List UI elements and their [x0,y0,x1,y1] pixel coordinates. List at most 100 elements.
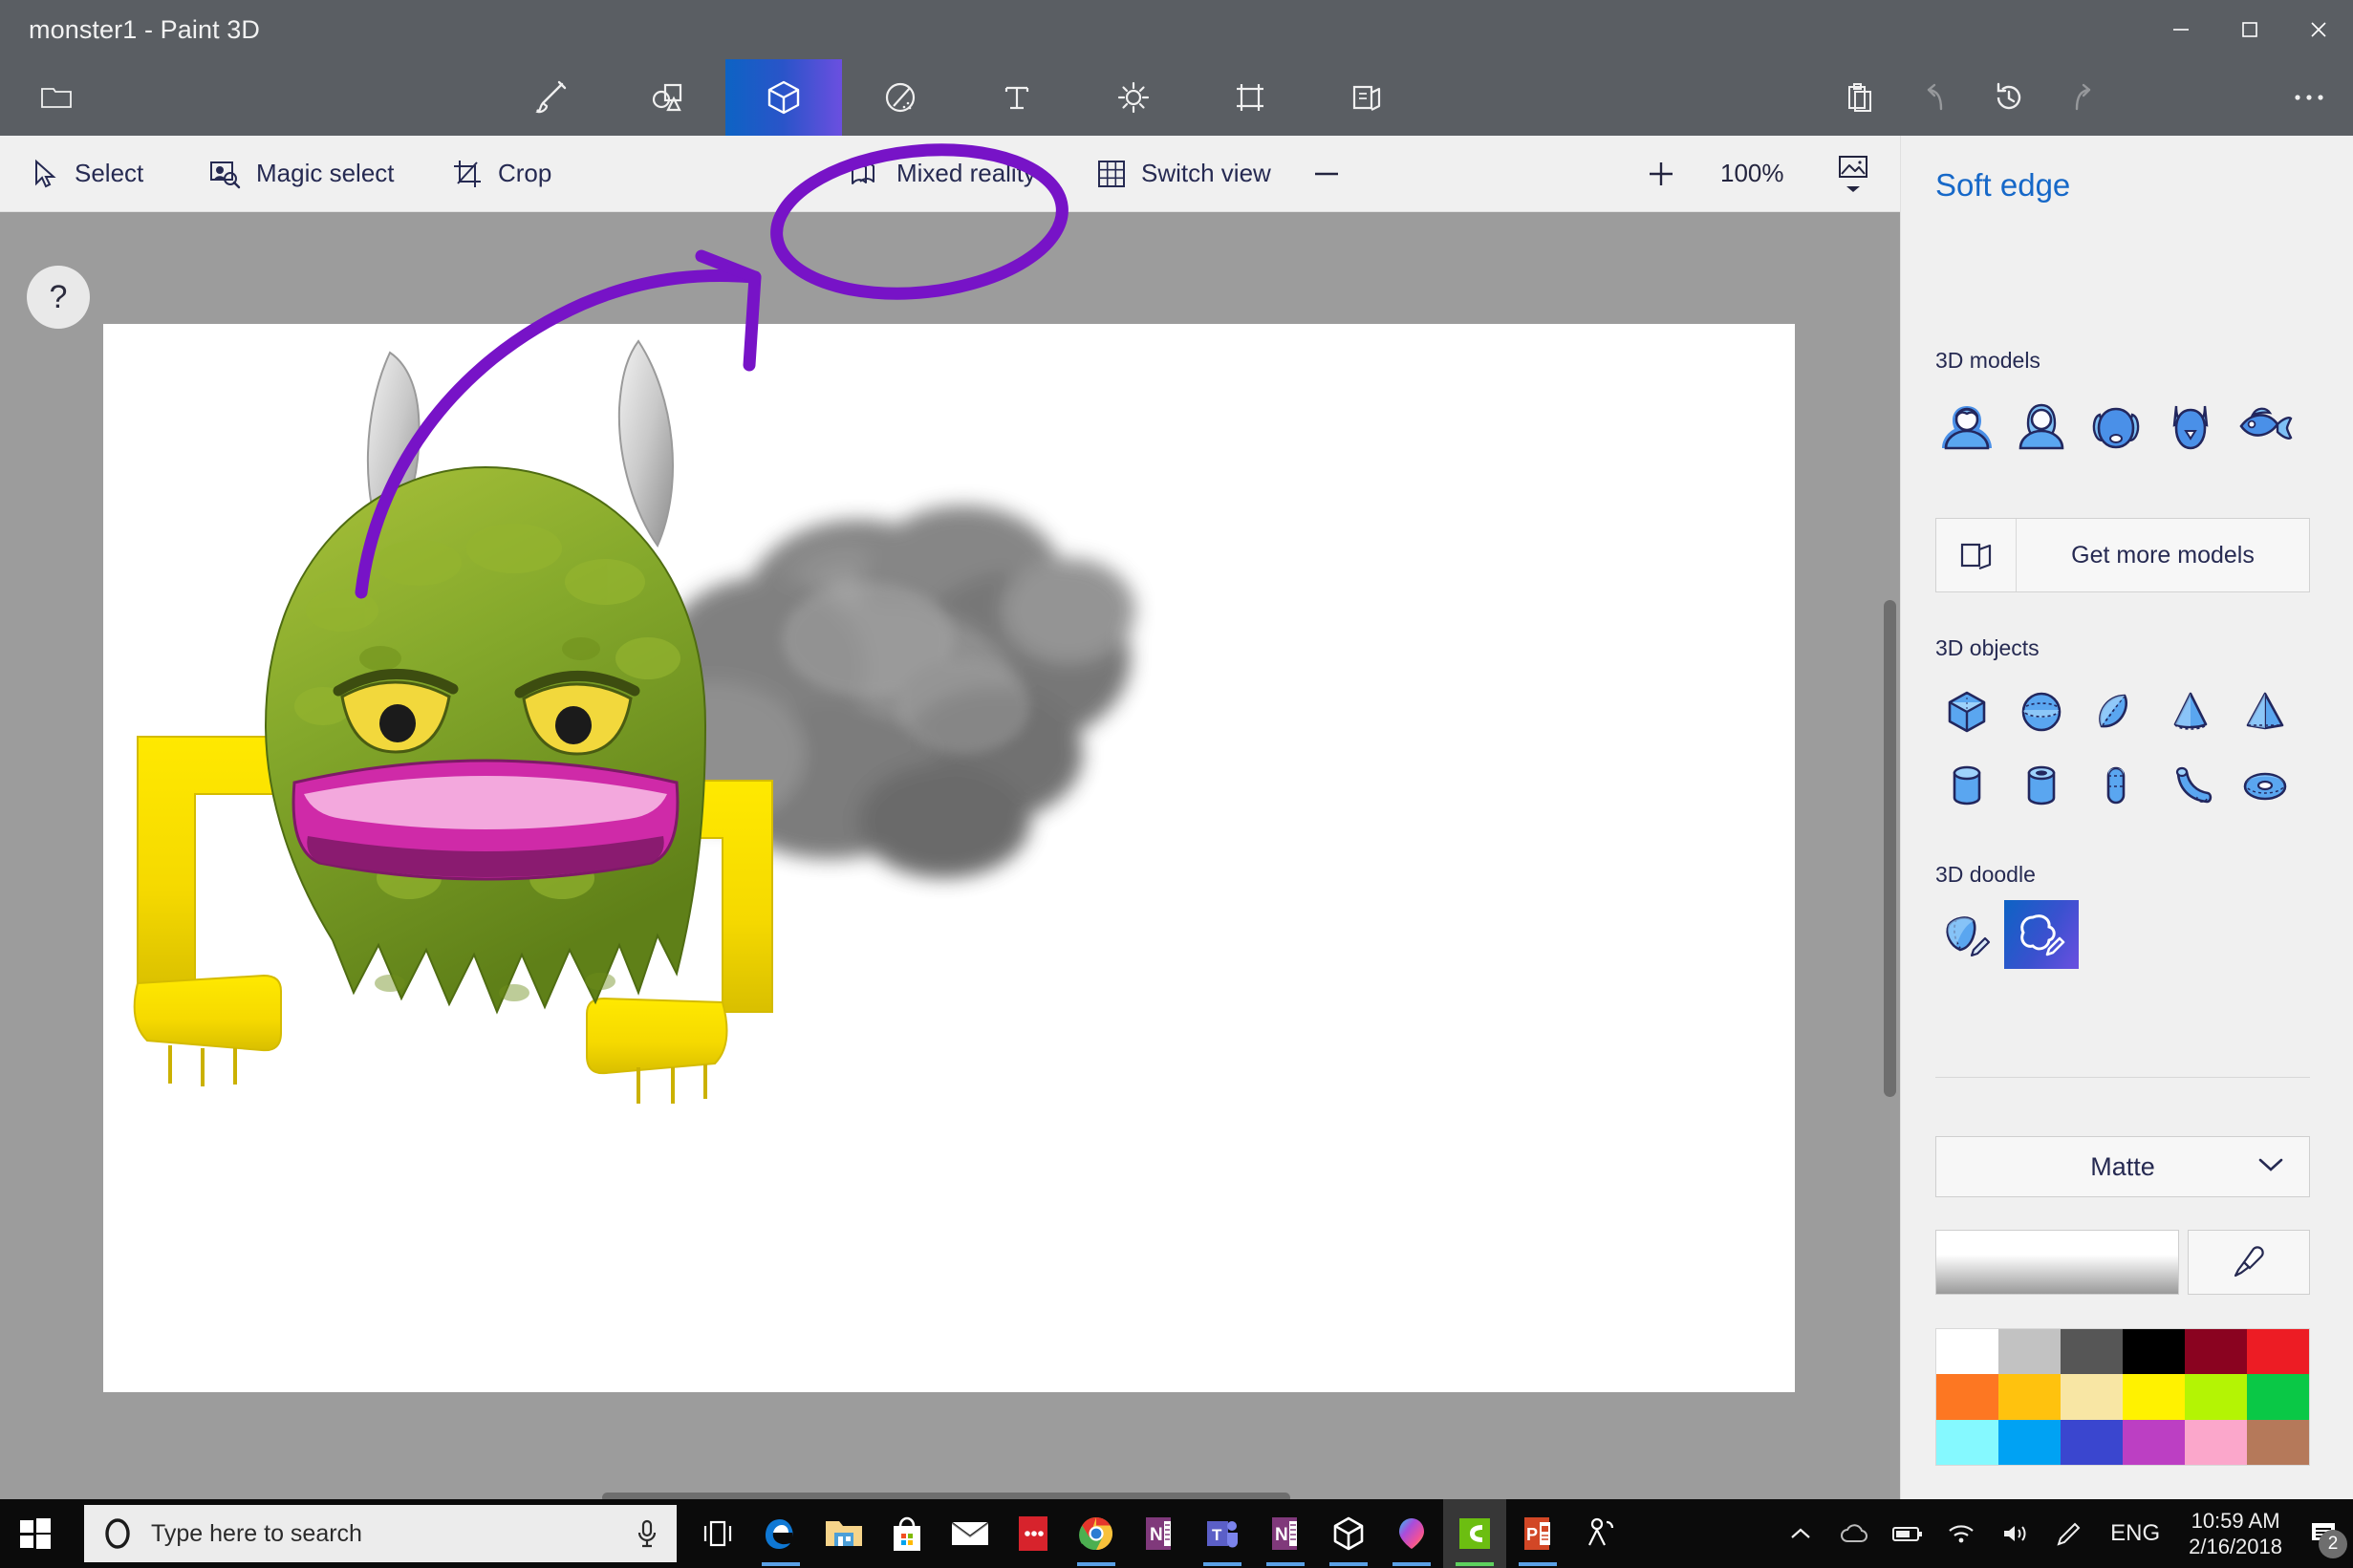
doodle-sharp-edge[interactable] [1930,900,2004,969]
model-fish[interactable] [2228,392,2302,461]
object-sphere[interactable] [2004,678,2079,745]
color-gradient-preview[interactable] [1935,1230,2179,1295]
swatch-6[interactable] [1936,1374,1998,1420]
get-more-models-button[interactable]: Get more models [1935,518,2310,592]
vertical-scroll-thumb[interactable] [1884,600,1896,1097]
battery-icon[interactable] [1881,1499,1934,1568]
canvas-workspace[interactable] [0,212,1900,1509]
notification-center-button[interactable]: 2 [2296,1499,2353,1568]
swatch-10[interactable] [2185,1374,2247,1420]
eyedropper-button[interactable] [2188,1230,2310,1295]
svg-text:N: N [1275,1525,1288,1545]
select-tool[interactable]: Select [13,136,161,211]
paint-3d-icon[interactable] [1317,1499,1380,1568]
switch-view-tool[interactable]: Switch view [1080,136,1288,211]
object-capsule[interactable] [2079,752,2153,819]
vertical-scrollbar[interactable] [1879,212,1900,1509]
swatch-2[interactable] [2061,1329,2123,1375]
powerpoint-icon[interactable]: P [1506,1499,1569,1568]
canvas-options-button[interactable] [1825,136,1881,211]
swatch-14[interactable] [2061,1419,2123,1465]
object-hemisphere[interactable] [2079,678,2153,745]
tab-effects[interactable] [1075,59,1192,136]
get-models-icon [1936,519,2017,591]
chevron-up-icon[interactable] [1774,1499,1827,1568]
close-button[interactable] [2284,0,2353,59]
swatch-11[interactable] [2247,1374,2309,1420]
task-view-icon[interactable] [686,1499,749,1568]
chrome-icon[interactable] [1065,1499,1128,1568]
swatch-16[interactable] [2185,1419,2247,1465]
object-pyramid[interactable] [2228,678,2302,745]
swatch-15[interactable] [2123,1419,2185,1465]
speaker-icon[interactable] [1988,1499,2041,1568]
wifi-icon[interactable] [1934,1499,1988,1568]
history-button[interactable] [1979,59,2039,136]
model-man[interactable] [1930,392,2004,461]
paint-3d-preview-icon[interactable] [1380,1499,1443,1568]
file-explorer-icon[interactable] [812,1499,875,1568]
model-cat[interactable] [2153,392,2228,461]
magic-select-tool[interactable]: Magic select [191,136,412,211]
undo-button[interactable] [1905,59,1964,136]
swatch-12[interactable] [1936,1419,1998,1465]
swatch-17[interactable] [2247,1419,2309,1465]
object-cylinder[interactable] [1930,752,2004,819]
red-dots-app-icon[interactable] [1002,1499,1065,1568]
crop-tool[interactable]: Crop [435,136,569,211]
zoom-out-button[interactable] [1300,136,1353,211]
onenote-icon[interactable]: N [1128,1499,1191,1568]
mail-icon[interactable] [939,1499,1002,1568]
clock-date: 2/16/2018 [2189,1535,2282,1558]
cortana-icon [105,1518,130,1549]
swatch-0[interactable] [1936,1329,1998,1375]
paste-button[interactable] [1830,59,1889,136]
search-box[interactable]: Type here to search [84,1505,677,1562]
canvas-page[interactable] [103,324,1795,1392]
swatch-1[interactable] [1998,1329,2061,1375]
mixed-reality-tool[interactable]: Mixed reality [831,136,1053,211]
window-controls [2147,0,2353,59]
cloud-icon[interactable] [1827,1499,1881,1568]
material-dropdown[interactable]: Matte [1935,1136,2310,1197]
more-options-button[interactable] [2279,59,2339,136]
model-woman[interactable] [2004,392,2079,461]
clock[interactable]: 10:59 AM 2/16/2018 [2175,1508,2296,1560]
start-button[interactable] [0,1499,71,1568]
microsoft-store-icon[interactable] [875,1499,939,1568]
object-elbow[interactable] [2153,752,2228,819]
tab-text[interactable] [959,59,1075,136]
model-dog[interactable] [2079,392,2153,461]
people-icon[interactable] [1569,1499,1632,1568]
object-cone[interactable] [2153,678,2228,745]
swatch-4[interactable] [2185,1329,2247,1375]
maximize-button[interactable] [2215,0,2284,59]
swatch-9[interactable] [2123,1374,2185,1420]
swatch-8[interactable] [2061,1374,2123,1420]
edge-icon[interactable] [749,1499,812,1568]
swatch-13[interactable] [1998,1419,2061,1465]
swatch-5[interactable] [2247,1329,2309,1375]
redo-button[interactable] [2054,59,2113,136]
tab-art-tools[interactable] [492,59,609,136]
tab-canvas[interactable] [1192,59,1308,136]
doodle-soft-edge[interactable] [2004,900,2079,969]
tab-3d-library[interactable] [1308,59,1425,136]
minimize-button[interactable] [2147,0,2215,59]
zoom-in-button[interactable] [1634,136,1688,211]
pen-icon[interactable] [2041,1499,2095,1568]
tab-stickers[interactable] [842,59,959,136]
menu-button[interactable] [27,59,86,136]
swatch-7[interactable] [1998,1374,2061,1420]
onenote-2016-icon[interactable]: N [1254,1499,1317,1568]
teams-icon[interactable]: T [1191,1499,1254,1568]
object-torus[interactable] [2228,752,2302,819]
help-button[interactable]: ? [27,266,90,329]
object-tube[interactable] [2004,752,2079,819]
object-cube[interactable] [1930,678,2004,745]
tab-3d-shapes[interactable] [725,59,842,136]
camtasia-icon[interactable] [1443,1499,1506,1568]
language-indicator[interactable]: ENG [2095,1520,2175,1547]
swatch-3[interactable] [2123,1329,2185,1375]
tab-2d-shapes[interactable] [609,59,725,136]
